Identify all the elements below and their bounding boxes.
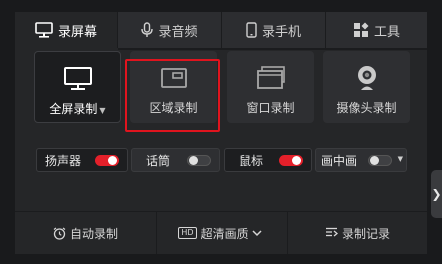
toggle-label: 画中画 xyxy=(321,153,358,168)
toggle-switch-on[interactable] xyxy=(279,155,303,166)
tab-label: 录音频 xyxy=(158,24,198,40)
toggle-switch-on[interactable] xyxy=(95,155,119,166)
auto-record-label: 自动录制 xyxy=(69,226,118,241)
chevron-down-icon xyxy=(252,229,262,236)
highlight-box xyxy=(125,59,220,132)
tab-label: 工具 xyxy=(373,24,400,40)
microphone-icon xyxy=(141,22,154,37)
record-history-button[interactable]: 录制记录 xyxy=(288,212,427,254)
mode-label: 窗口录制 xyxy=(246,101,295,115)
tab-tools[interactable]: 工具 xyxy=(326,12,427,48)
auto-record-button[interactable]: 自动录制 xyxy=(15,212,156,254)
mode-label: 全屏录制 xyxy=(49,102,98,116)
toggle-label: 鼠标 xyxy=(239,153,264,168)
window-icon xyxy=(255,64,287,92)
mode-webcam[interactable]: 摄像头录制 xyxy=(323,51,410,123)
history-label: 录制记录 xyxy=(341,226,390,241)
monitor-icon xyxy=(63,65,93,93)
quality-dropdown[interactable]: HD 超清画质 xyxy=(157,212,287,254)
chevron-right-icon: ❯ xyxy=(431,187,442,201)
toggle-label: 扬声器 xyxy=(45,153,82,168)
tab-record-screen[interactable]: 录屏幕 xyxy=(15,12,118,48)
dropdown-arrow-icon[interactable]: ▼ xyxy=(398,155,403,163)
bottom-bar: 自动录制 HD 超清画质 录制记录 xyxy=(15,211,427,254)
mode-fullscreen[interactable]: 全屏录制 ▼ xyxy=(34,51,121,123)
toggle-switch-off[interactable] xyxy=(368,155,392,166)
alarm-clock-icon xyxy=(53,227,66,240)
tab-label: 录手机 xyxy=(261,24,301,40)
expand-panel-button[interactable]: ❯ xyxy=(431,170,442,218)
toggle-switch-off[interactable] xyxy=(187,155,211,166)
toolbox-icon xyxy=(353,22,369,37)
toggle-picture-in-picture[interactable]: 画中画 ▼ xyxy=(315,148,407,172)
webcam-icon xyxy=(354,64,380,92)
toggle-microphone[interactable]: 话筒 xyxy=(131,148,220,172)
mode-window[interactable]: 窗口录制 xyxy=(227,51,314,123)
phone-icon xyxy=(246,22,257,38)
mode-label: 摄像头录制 xyxy=(336,101,397,115)
toggle-speaker[interactable]: 扬声器 xyxy=(36,148,128,172)
tab-record-audio[interactable]: 录音频 xyxy=(118,12,222,48)
list-icon xyxy=(325,227,338,237)
tab-divider xyxy=(118,48,427,50)
toggle-mouse[interactable]: 鼠标 xyxy=(224,148,312,172)
hd-badge: HD xyxy=(178,227,197,239)
monitor-icon xyxy=(35,22,53,38)
tab-record-phone[interactable]: 录手机 xyxy=(222,12,326,48)
tab-label: 录屏幕 xyxy=(57,24,97,40)
toggle-label: 话筒 xyxy=(146,153,171,168)
quality-label: 超清画质 xyxy=(200,226,249,241)
dropdown-arrow-icon[interactable]: ▼ xyxy=(99,106,105,115)
